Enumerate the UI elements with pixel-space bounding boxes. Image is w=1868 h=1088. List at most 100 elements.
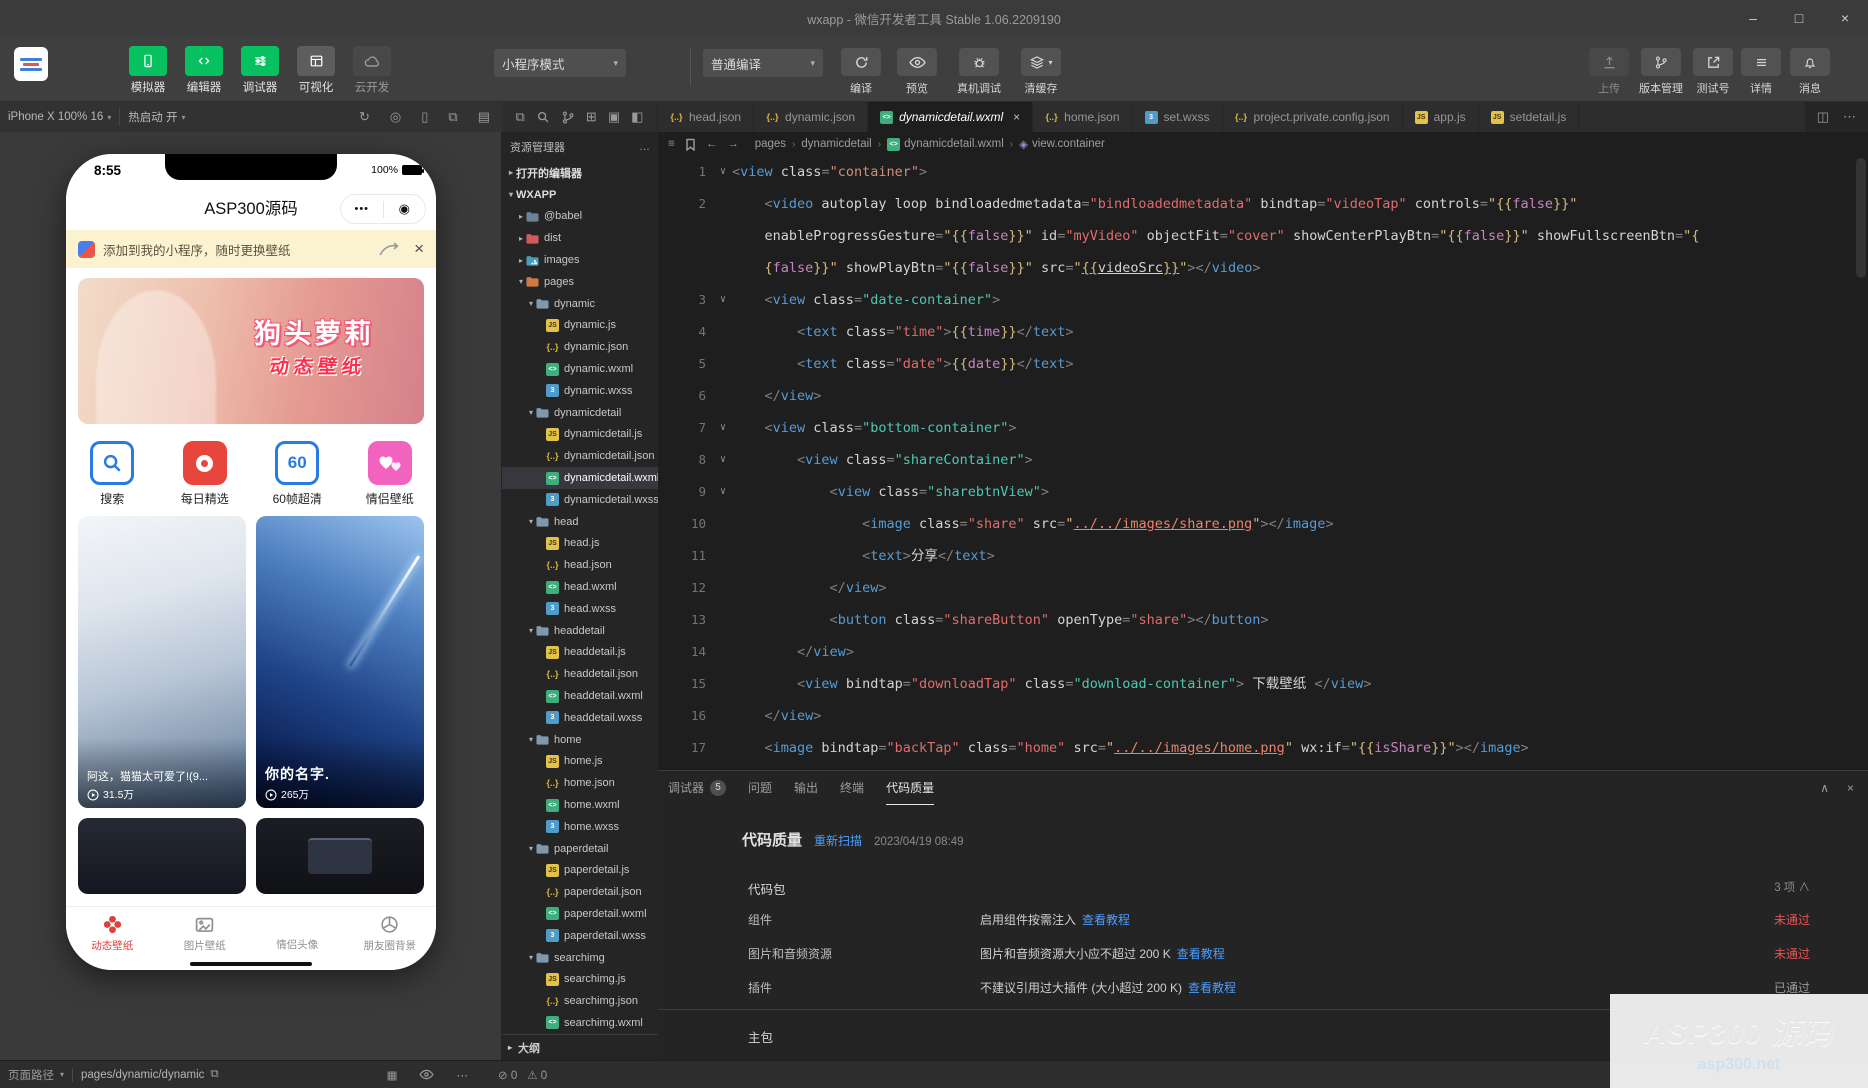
tree-item-head.wxml[interactable]: <>head.wxml [502,576,658,598]
code-line[interactable]: 13 <button class="shareButton" openType=… [658,604,1868,636]
close-button[interactable]: × [1822,0,1868,36]
editor-tab-home.json[interactable]: {..}home.json [1033,102,1132,132]
panel-tab-代码质量[interactable]: 代码质量 [886,771,934,805]
editor-tab-dynamic.json[interactable]: {..}dynamic.json [754,102,868,132]
toolbar-button-详情[interactable]: 详情 [1738,48,1784,96]
quick-entry-60帧超清[interactable]: 6060帧超清 [251,432,344,516]
quick-entry-情侣壁纸[interactable]: 情侣壁纸 [344,432,437,516]
mode-select[interactable]: 小程序模式▾ [494,49,626,77]
code-line[interactable]: 16 </view> [658,700,1868,732]
tree-item-paperdetail[interactable]: ▾paperdetail [502,838,658,860]
back-icon[interactable]: ← [706,138,718,150]
fold-chevron-icon[interactable]: ∨ [714,476,732,508]
tree-item-dynamicdetail.js[interactable]: JSdynamicdetail.js [502,424,658,446]
code-line[interactable]: 11 <text>分享</text> [658,540,1868,572]
wallpaper-card[interactable]: 你的名字.265万 [256,516,424,808]
page-path-dropdown[interactable]: 页面路径 ▾ [0,1067,72,1083]
simulator-tool-icon[interactable]: ▯ [421,109,428,125]
maximize-button[interactable]: □ [1776,0,1822,36]
code-editor[interactable]: 1∨<view class="container">2 <video autop… [658,156,1868,770]
tree-item-home.wxss[interactable]: 3home.wxss [502,816,658,838]
chevron-up-icon[interactable]: ∧ [1799,882,1811,894]
minimize-button[interactable]: – [1730,0,1776,36]
code-line[interactable]: 6 </view> [658,380,1868,412]
search-icon[interactable] [536,110,550,124]
tree-item-dynamicdetail.json[interactable]: {..}dynamicdetail.json [502,445,658,467]
tree-item-dynamic.json[interactable]: {..}dynamic.json [502,336,658,358]
mini-tab-动态壁纸[interactable]: 动态壁纸 [66,907,159,970]
tree-item-dynamic.wxss[interactable]: 3dynamic.wxss [502,380,658,402]
tree-item-home.js[interactable]: JShome.js [502,751,658,773]
panel-tab-调试器[interactable]: 调试器5 [668,771,726,805]
code-line[interactable]: 8∨ <view class="shareContainer"> [658,444,1868,476]
toolbar-button-清缓存[interactable]: ▾清缓存 [1014,48,1068,96]
toolbar-button-测试号[interactable]: 测试号 [1690,48,1736,96]
toolbar-button-编译[interactable]: 编译 [838,48,884,96]
code-line[interactable]: 15 <view bindtap="downloadTap" class="do… [658,668,1868,700]
toolbar-button-消息[interactable]: 消息 [1787,48,1833,96]
fold-chevron-icon[interactable]: ∨ [714,412,732,444]
panel-tab-终端[interactable]: 终端 [840,771,864,805]
mini-tab-图片壁纸[interactable]: 图片壁纸 [159,907,252,970]
grid-icon[interactable]: ⊞ [586,109,597,125]
git-branch-icon[interactable] [561,110,575,125]
wallpaper-card[interactable]: 阿这，猫猫太可爱了!(9...31.5万 [78,516,246,808]
tree-item-searchimg.json[interactable]: {..}searchimg.json [502,990,658,1012]
quick-entry-搜索[interactable]: 搜索 [66,432,159,516]
wallpaper-card[interactable] [256,818,424,894]
forward-icon[interactable]: → [727,138,739,150]
toolbar-button-可视化[interactable]: 可视化 [288,46,344,95]
theme-icon[interactable]: ◧ [631,109,643,125]
copy-path-icon[interactable]: ⧉ [210,1068,218,1081]
tree-item-dynamic.wxml[interactable]: <>dynamic.wxml [502,358,658,380]
code-line[interactable]: 17 <image bindtap="backTap" class="home"… [658,732,1868,764]
code-line[interactable]: 2 <video autoplay loop bindloadedmetadat… [658,188,1868,220]
editor-tab-head.json[interactable]: {..}head.json [658,102,754,132]
rescan-link[interactable]: 重新扫描 [814,832,862,849]
close-mini-program-button[interactable]: ◉ [384,201,426,217]
toolbar-button-模拟器[interactable]: 模拟器 [120,46,176,95]
tree-item-dynamic.js[interactable]: JSdynamic.js [502,315,658,337]
code-line[interactable]: 9∨ <view class="sharebtnView"> [658,476,1868,508]
banner-card[interactable]: 狗头萝莉 动态壁纸 [78,278,424,424]
breadcrumb-item[interactable]: dynamicdetail [801,138,871,150]
fold-chevron-icon[interactable]: ∨ [714,156,732,188]
mini-tab-情侣头像[interactable]: 情侣头像 [251,907,344,970]
panel-tab-问题[interactable]: 问题 [748,771,772,805]
tree-item-searchimg.wxml[interactable]: <>searchimg.wxml [502,1012,658,1034]
hot-reload-toggle[interactable]: 热启动 开▾ [120,102,193,132]
tree-item-dynamicdetail.wxss[interactable]: 3dynamicdetail.wxss [502,489,658,511]
editor-tab-app.js[interactable]: JSapp.js [1403,102,1479,132]
more-actions-icon[interactable]: ⋯ [1843,109,1856,125]
fold-chevron-icon[interactable]: ∨ [714,444,732,476]
editor-tab-project.private.config.json[interactable]: {..}project.private.config.json [1223,102,1403,132]
toolbar-button-云开发[interactable]: 云开发 [344,46,400,95]
toolbar-button-调试器[interactable]: 调试器 [232,46,288,95]
more-menu-button[interactable]: ••• [341,203,383,215]
code-line[interactable]: {false}}" showPlayBtn="{{false}}" src="{… [658,252,1868,284]
toolbar-button-版本管理[interactable]: 版本管理 [1638,48,1684,96]
tree-item-head.json[interactable]: {..}head.json [502,554,658,576]
fold-chevron-icon[interactable]: ∨ [714,284,732,316]
tree-item-headdetail.wxml[interactable]: <>headdetail.wxml [502,685,658,707]
editor-tab-setdetail.js[interactable]: JSsetdetail.js [1479,102,1580,132]
tree-item-打开的编辑器[interactable]: ▸打开的编辑器 [502,162,658,184]
tree-item-home.wxml[interactable]: <>home.wxml [502,794,658,816]
tree-item-headdetail[interactable]: ▾headdetail [502,620,658,642]
toolbar-button-预览[interactable]: 预览 [894,48,940,96]
tree-item-headdetail.wxss[interactable]: 3headdetail.wxss [502,707,658,729]
close-tab-icon[interactable]: × [1013,110,1020,124]
window-icon[interactable]: ▣ [608,109,620,125]
toolbar-button-编辑器[interactable]: 编辑器 [176,46,232,95]
close-notice-button[interactable]: × [408,239,424,259]
more-icon[interactable]: ⋯ [456,1068,468,1082]
view-tutorial-link[interactable]: 查看教程 [1177,945,1225,962]
tree-item-@babel[interactable]: ▸@babel [502,206,658,228]
simulator-tool-icon[interactable]: ↻ [359,109,370,125]
tree-item-head.js[interactable]: JShead.js [502,533,658,555]
tree-item-head.wxss[interactable]: 3head.wxss [502,598,658,620]
simulator-tool-icon[interactable]: ◎ [390,109,401,125]
view-tutorial-link[interactable]: 查看教程 [1188,979,1236,996]
outline-list-icon[interactable]: ≡ [668,138,675,150]
collapse-panel-icon[interactable]: ∧ [1820,781,1829,795]
